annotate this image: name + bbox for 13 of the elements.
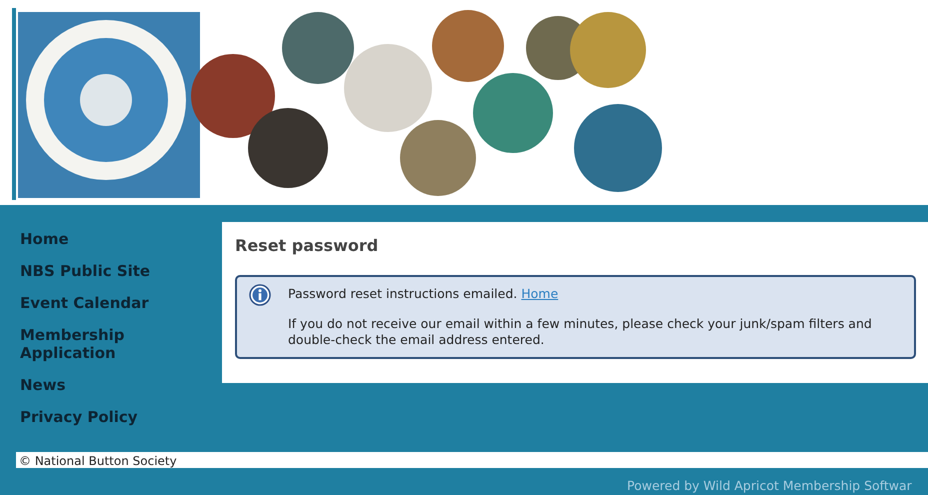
nav-link[interactable]: NBS Public Site: [20, 262, 160, 280]
message-note: If you do not receive our email within a few minutes, please check your junk/spam filters and double-check the email address entered.: [288, 316, 873, 348]
home-link[interactable]: Home: [521, 286, 558, 301]
nav-link[interactable]: Privacy Policy: [20, 408, 160, 426]
nav-link[interactable]: Home: [20, 230, 160, 248]
nav-link[interactable]: Event Calendar: [20, 294, 160, 312]
message-text: Password reset instructions emailed.: [288, 286, 518, 301]
nav-link[interactable]: News: [20, 376, 160, 394]
nav-link[interactable]: Membership Application: [20, 326, 160, 362]
info-icon: [249, 284, 271, 306]
page-title: Reset password: [235, 236, 380, 255]
powered-by-link[interactable]: Powered by Wild Apricot Membership Softwar: [627, 478, 912, 493]
copyright-text: © National Button Society: [19, 454, 177, 468]
